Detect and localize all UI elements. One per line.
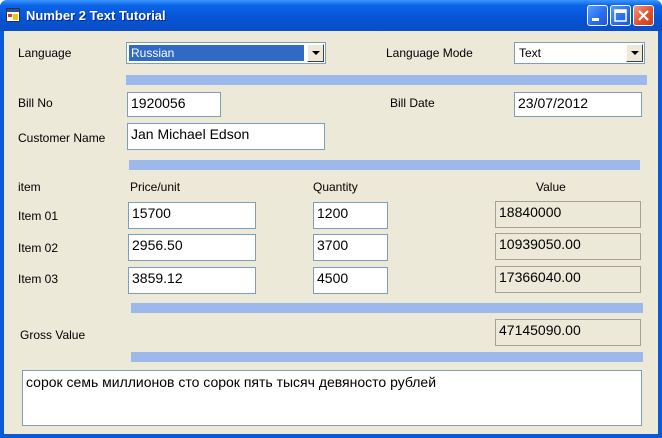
bill-date-label: Bill Date	[390, 96, 435, 110]
close-button[interactable]	[633, 5, 654, 26]
app-window: Number 2 Text Tutorial Language Russian …	[0, 0, 662, 438]
form-body: Language Russian Language Mode Text Bill…	[4, 31, 658, 434]
title-bar[interactable]: Number 2 Text Tutorial	[0, 0, 662, 31]
price-field[interactable]: 3859.12	[128, 267, 256, 294]
amount-in-words-field[interactable]: сорок семь миллионов сто сорок пять тыся…	[22, 370, 642, 426]
gross-value-field: 47145090.00	[495, 319, 641, 346]
chevron-down-icon[interactable]	[307, 44, 324, 62]
quantity-field[interactable]: 1200	[313, 202, 388, 229]
maximize-icon	[614, 9, 627, 22]
app-icon	[6, 8, 20, 22]
customer-name-field[interactable]: Jan Michael Edson	[127, 123, 325, 150]
item-name: Item 02	[18, 241, 59, 255]
separator-bar	[129, 160, 640, 170]
separator-bar	[131, 303, 643, 313]
customer-name-label: Customer Name	[18, 131, 106, 145]
close-icon	[638, 10, 649, 21]
quantity-field[interactable]: 4500	[313, 267, 388, 294]
col-quantity-header: Quantity	[313, 180, 358, 194]
chevron-down-icon[interactable]	[626, 44, 643, 62]
quantity-field[interactable]: 3700	[313, 234, 388, 261]
maximize-button[interactable]	[610, 5, 631, 26]
price-field[interactable]: 15700	[128, 202, 256, 229]
item-name: Item 03	[18, 272, 59, 286]
bill-date-field[interactable]: 23/07/2012	[514, 92, 642, 117]
language-mode-select[interactable]: Text	[514, 42, 645, 64]
bill-no-field[interactable]: 1920056	[127, 92, 221, 117]
language-selected-value: Russian	[129, 45, 304, 61]
gross-value-label: Gross Value	[20, 328, 86, 342]
minimize-button[interactable]	[587, 5, 608, 26]
value-field: 18840000	[495, 201, 641, 228]
language-mode-label: Language Mode	[386, 46, 473, 60]
value-field: 10939050.00	[495, 233, 641, 260]
col-value-header: Value	[536, 180, 566, 194]
col-item-header: item	[18, 180, 41, 194]
bill-no-label: Bill No	[18, 96, 53, 110]
col-price-header: Price/unit	[130, 180, 181, 194]
window-title: Number 2 Text Tutorial	[26, 8, 166, 23]
language-label: Language	[18, 46, 72, 60]
separator-bar	[131, 352, 643, 362]
language-select[interactable]: Russian	[126, 42, 326, 64]
value-field: 17366040.00	[495, 266, 641, 293]
language-mode-selected-value: Text	[519, 46, 542, 60]
item-name: Item 01	[18, 209, 59, 223]
price-field[interactable]: 2956.50	[128, 234, 256, 261]
minimize-icon	[592, 18, 599, 21]
separator-bar	[126, 75, 647, 85]
